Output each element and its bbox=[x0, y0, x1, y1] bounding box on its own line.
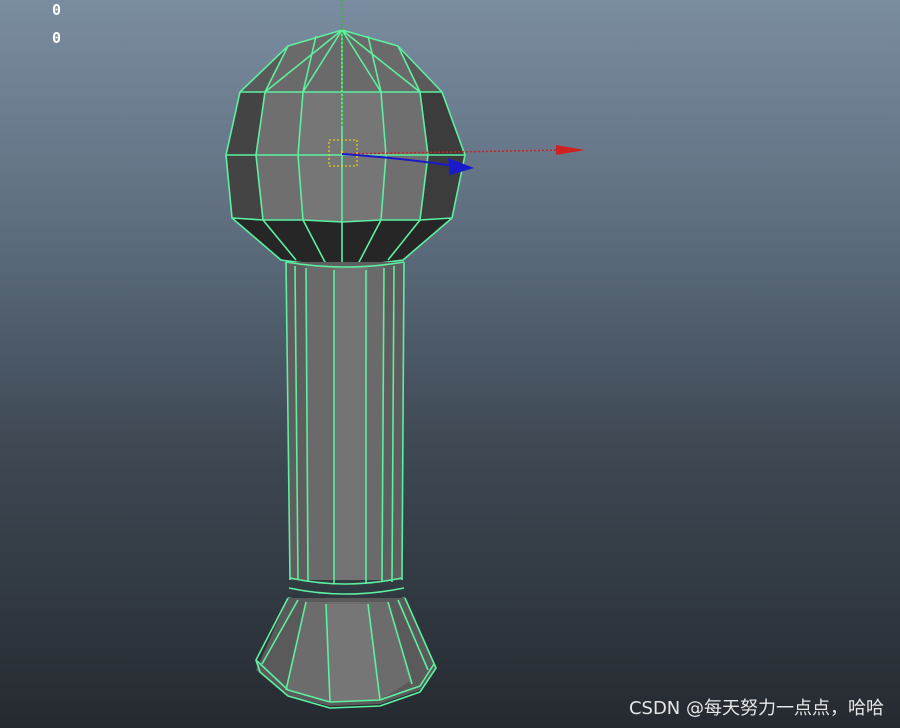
scene-3d[interactable] bbox=[0, 0, 900, 728]
sphere-head[interactable] bbox=[225, 29, 466, 269]
flared-base[interactable] bbox=[255, 597, 437, 709]
watermark-text: CSDN @每天努力一点点，哈哈 bbox=[628, 698, 884, 719]
pillar-mesh[interactable] bbox=[225, 29, 466, 709]
maya-viewport[interactable]: 0 0 CSDN @每天努力一点点，哈哈 bbox=[0, 0, 900, 728]
column-shaft[interactable] bbox=[285, 261, 406, 605]
x-axis-arrow-icon bbox=[556, 145, 585, 155]
